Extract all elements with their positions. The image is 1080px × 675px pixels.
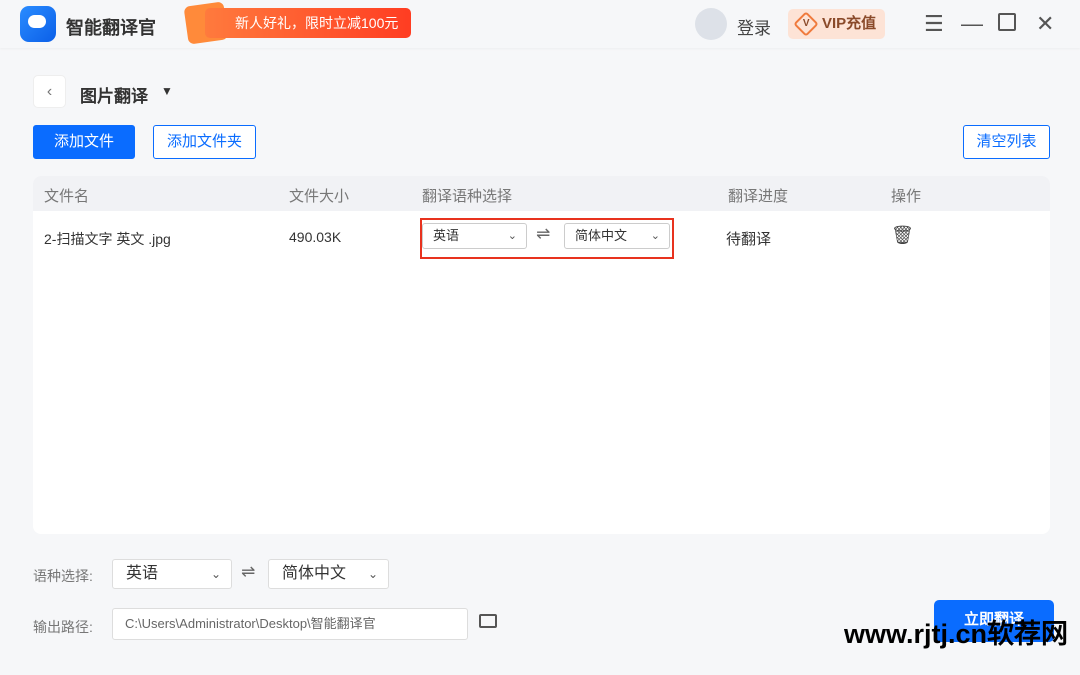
trash-icon[interactable]: 🗑 (891, 225, 914, 246)
watermark: www.rjtj.cn软荐网 (844, 619, 1069, 649)
folder-icon[interactable] (479, 614, 497, 628)
swap-icon[interactable]: ⇌ (241, 562, 255, 582)
target-language-select[interactable]: 简体中文 ⌄ (268, 559, 389, 589)
add-folder-button[interactable]: 添加文件夹 (153, 125, 256, 159)
add-file-button[interactable]: 添加文件 (33, 125, 135, 159)
chevron-down-icon: ⌄ (367, 567, 378, 581)
col-size: 文件大小 (289, 188, 350, 205)
col-progress: 翻译进度 (728, 188, 789, 205)
source-language-select[interactable]: 英语 ⌄ (112, 559, 232, 589)
app-logo (20, 6, 56, 42)
row-source-select[interactable]: 英语 ⌄ (422, 223, 527, 249)
col-action: 操作 (891, 188, 922, 205)
col-filename: 文件名 (44, 188, 90, 205)
maximize-icon[interactable] (998, 13, 1016, 31)
title-bar: 智能翻译官 新人好礼，限时立减100元 登录 V VIP充值 ☰ — ✕ (0, 0, 1080, 48)
clear-list-button[interactable]: 清空列表 (963, 125, 1050, 159)
source-value: 英语 (126, 565, 159, 582)
vip-icon-letter: V (802, 17, 810, 29)
chevron-down-icon: ⌄ (210, 567, 221, 581)
target-value: 简体中文 (282, 565, 347, 582)
caret-down-icon[interactable]: ▼ (161, 84, 173, 98)
mode-title[interactable]: 图片翻译 (80, 82, 148, 107)
vip-icon: V (793, 11, 819, 37)
output-path-input[interactable]: C:\Users\Administrator\Desktop\智能翻译官 (112, 608, 468, 640)
file-table: 文件名 文件大小 翻译语种选择 翻译进度 操作 2-扫描文字 英文 .jpg 4… (33, 176, 1050, 534)
minimize-icon[interactable]: — (961, 12, 983, 36)
close-icon[interactable]: ✕ (1036, 12, 1054, 36)
vip-button[interactable]: V VIP充值 (788, 9, 885, 39)
login-link[interactable]: 登录 (737, 14, 771, 39)
menu-icon[interactable]: ☰ (924, 12, 944, 36)
promo-banner[interactable]: 新人好礼，限时立减100元 (205, 8, 411, 38)
row-target-select[interactable]: 简体中文 ⌄ (564, 223, 670, 249)
path-label: 输出路径: (33, 619, 93, 635)
file-name: 2-扫描文字 英文 .jpg (44, 231, 171, 247)
row-source-value: 英语 (433, 228, 460, 243)
swap-icon[interactable]: ⇌ (536, 224, 550, 244)
row-target-value: 简体中文 (575, 228, 628, 243)
back-button[interactable]: ‹ (33, 75, 66, 108)
status: 待翻译 (726, 231, 772, 248)
app-name: 智能翻译官 (66, 18, 156, 38)
table-header: 文件名 文件大小 翻译语种选择 翻译进度 操作 (33, 176, 1050, 211)
chevron-down-icon: ⌄ (650, 230, 660, 242)
chevron-down-icon: ⌄ (507, 230, 517, 242)
vip-label: VIP充值 (822, 15, 877, 32)
col-language: 翻译语种选择 (422, 188, 513, 205)
avatar[interactable] (695, 8, 727, 40)
file-size: 490.03K (289, 229, 342, 245)
lang-label: 语种选择: (33, 568, 93, 584)
